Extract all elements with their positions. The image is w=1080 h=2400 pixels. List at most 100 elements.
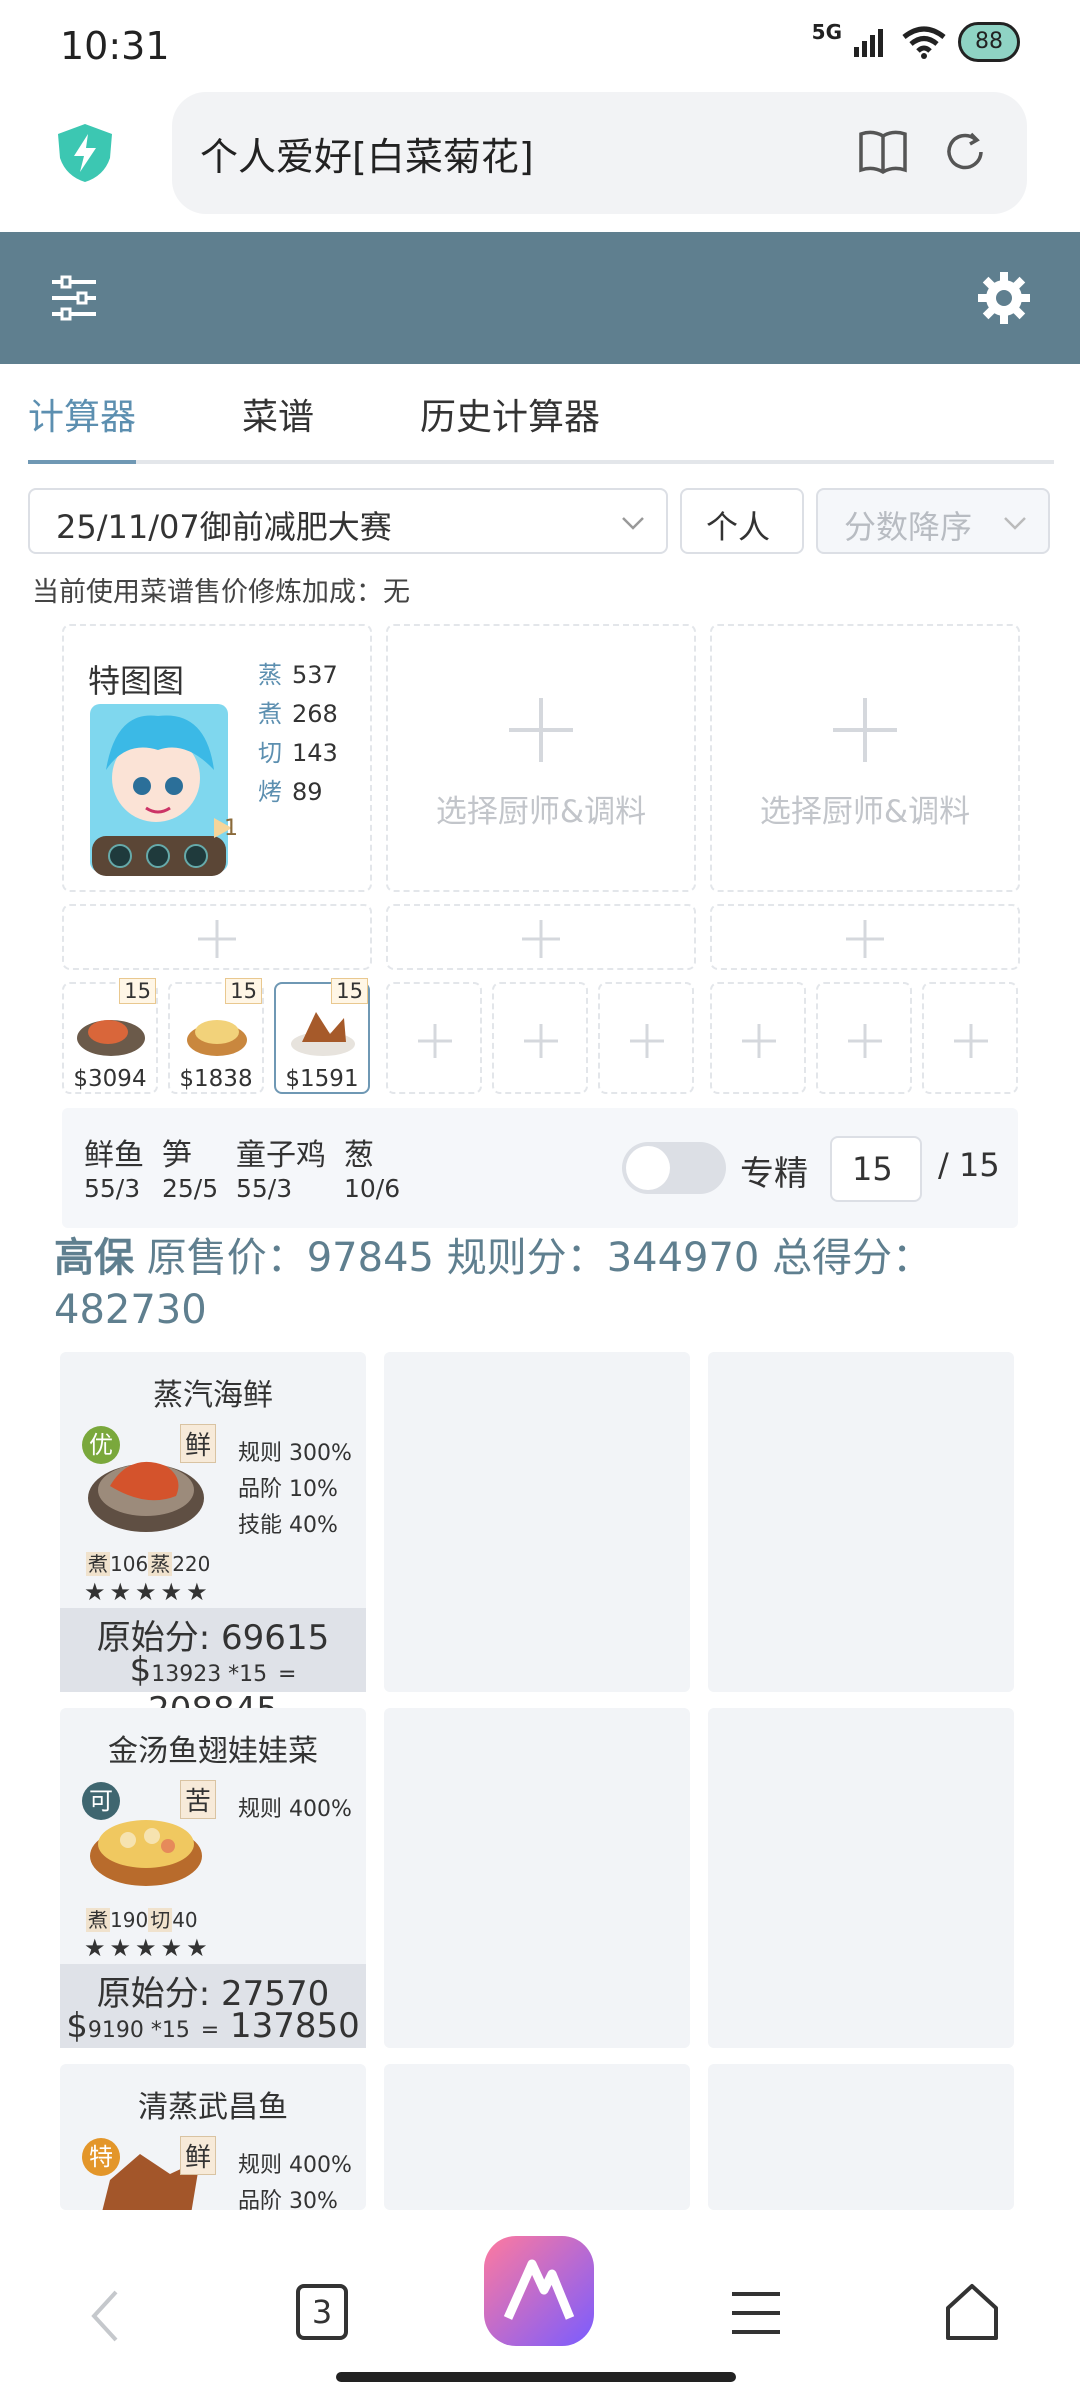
chef-card-2-empty[interactable]: 选择厨师&调料 [386, 624, 696, 892]
special-toggle-label: 专精 [740, 1154, 808, 1194]
chef-card-3-empty[interactable]: 选择厨师&调料 [710, 624, 1020, 892]
filter-icon[interactable] [48, 272, 100, 324]
gear-icon[interactable] [976, 270, 1032, 326]
result-card[interactable]: 清蒸武昌鱼 特 鲜 规则 400% 品阶 30% [60, 2064, 366, 2210]
rule-list: 规则 400% 品阶 30% [238, 2148, 352, 2210]
material-name: 鲜鱼 [84, 1138, 144, 1173]
tabs-button[interactable]: 3 [296, 2284, 348, 2340]
battery-indicator: 88 [958, 22, 1020, 62]
plus-icon [742, 1024, 776, 1058]
result-card-empty [708, 1708, 1014, 2048]
result-card[interactable]: 蒸汽海鲜 优 鲜 规则 300% 品阶 10% 技能 40% 煮 106 蒸 220 … [60, 1352, 366, 1730]
material-name: 童子鸡 [236, 1138, 326, 1173]
flavor-tag: 鲜 [180, 2136, 217, 2175]
home-indicator[interactable] [336, 2372, 736, 2382]
required-skills: 煮 106 蒸 220 [86, 1552, 211, 1576]
skill-row: 切 143 [258, 739, 338, 767]
select-chef-label: 选择厨师&调料 [435, 794, 647, 830]
network-label: 5G [811, 20, 842, 44]
score-summary: 高保 原售价：97845 规则分：344970 总得分： 482730 [54, 1232, 1014, 1336]
rule-score-label: 规则分： [446, 1235, 607, 1281]
skill-row: 煮 268 [258, 700, 338, 728]
dish-slot-2[interactable]: 15 $1838 [168, 978, 264, 1094]
toggle-knob [626, 1146, 670, 1190]
material-name: 葱 [344, 1138, 374, 1173]
dish-slot-empty[interactable] [386, 982, 482, 1094]
browser-bottom-nav: 3 [0, 2210, 1080, 2400]
special-toggle[interactable] [622, 1142, 726, 1194]
status-time: 10:31 [60, 24, 170, 68]
dish-slot-empty[interactable] [922, 982, 1018, 1094]
signal-icon [854, 29, 883, 57]
equip-slot-1[interactable] [62, 904, 372, 970]
dish-count-badge: 15 [225, 978, 262, 1004]
plus-icon [954, 1024, 988, 1058]
rule-list: 规则 400% [238, 1792, 352, 1828]
sort-select[interactable]: 分数降序 [816, 488, 1050, 554]
chef-level-badge: 1 [224, 816, 238, 841]
chef-skills: 蒸 537 煮 268 切 143 烤 89 [258, 656, 338, 812]
back-icon[interactable] [84, 2288, 126, 2344]
special-quantity-input[interactable]: 15 [830, 1136, 922, 1202]
bonus-note: 当前使用菜谱售价修炼加成：无 [32, 577, 410, 608]
dish-image [187, 1020, 247, 1056]
grade-badge: 优 [82, 1426, 120, 1464]
equip-slot-2[interactable] [386, 904, 696, 970]
plus-icon [198, 920, 236, 958]
flavor-tag: 鲜 [180, 1424, 217, 1463]
result-card-empty [708, 1352, 1014, 1692]
event-select[interactable]: 25/11/07御前减肥大赛 [28, 488, 668, 554]
result-card[interactable]: 金汤鱼翅娃娃菜 可 苦 规则 400% 煮 190 切 40 ★★★★★ 原始分: 2… [60, 1708, 366, 2048]
rule-line: 品阶 30% [238, 2189, 338, 2210]
chef-avatar [90, 704, 232, 876]
special-quantity-value: 15 [852, 1150, 893, 1188]
page-title: 个人爱好[白菜菊花] [200, 135, 534, 179]
chevron-down-icon [1004, 517, 1026, 530]
reload-icon[interactable] [941, 128, 989, 176]
material-qty: 55/3 [236, 1174, 293, 1203]
dish-image [291, 1012, 355, 1056]
dish-slot-empty[interactable] [598, 982, 694, 1094]
orig-price-label: 原售价： [146, 1235, 307, 1281]
dish-slot-3[interactable]: 15 $1591 [274, 978, 370, 1094]
result-card-empty [384, 1708, 690, 2048]
rule-line: 规则 400% [238, 1797, 352, 1822]
menu-icon[interactable] [730, 2290, 782, 2336]
score-box: 原始分: 27570 $9190 *15 = 137850 [60, 1964, 366, 2048]
dish-slot-empty[interactable] [816, 982, 912, 1094]
shield-icon[interactable] [54, 122, 116, 184]
address-bar[interactable]: 个人爱好[白菜菊花] [172, 92, 1027, 214]
dish-slot-empty[interactable] [710, 982, 806, 1094]
event-select-value: 25/11/07御前减肥大赛 [56, 508, 392, 546]
sort-select-value: 分数降序 [844, 508, 973, 546]
select-chef-label: 选择厨师&调料 [759, 794, 971, 830]
plus-icon [522, 920, 560, 958]
dish-price: $1838 [179, 1066, 253, 1092]
special-quantity-total: / 15 [938, 1146, 1000, 1184]
plus-icon [524, 1024, 558, 1058]
tab-calculator[interactable]: 计算器 [28, 388, 136, 440]
plus-icon [846, 920, 884, 958]
rule-list: 规则 300% 品阶 10% 技能 40% [238, 1436, 352, 1544]
tab-history-calculator[interactable]: 历史计算器 [420, 388, 600, 440]
score-box: 原始分: 69615 $13923 *15 = 208845 [60, 1608, 366, 1730]
dish-image [77, 1020, 145, 1056]
tab-recipes[interactable]: 菜谱 [242, 388, 314, 440]
chef-card-1[interactable]: 特图图 1 蒸 537 煮 268 切 143 烤 89 [62, 624, 372, 892]
dish-slot-1[interactable]: 15 $3094 [62, 978, 158, 1094]
dish-slot-empty[interactable] [492, 982, 588, 1094]
dish-title: 金汤鱼翅娃娃菜 [108, 1734, 318, 1769]
mode-button[interactable]: 个人 [680, 488, 804, 554]
flavor-tag: 苦 [180, 1780, 217, 1819]
skill-row: 烤 89 [258, 778, 323, 806]
plus-icon [833, 698, 897, 762]
book-icon[interactable] [857, 128, 909, 176]
active-tab-indicator [28, 460, 136, 464]
dish-count-badge: 15 [119, 978, 156, 1004]
material-qty: 25/5 [162, 1174, 219, 1203]
home-icon[interactable] [944, 2282, 1000, 2342]
app-logo-icon[interactable] [482, 2234, 596, 2348]
equip-slot-3[interactable] [710, 904, 1020, 970]
rule-line: 技能 40% [238, 1513, 338, 1538]
dish-price: $1591 [285, 1066, 359, 1092]
